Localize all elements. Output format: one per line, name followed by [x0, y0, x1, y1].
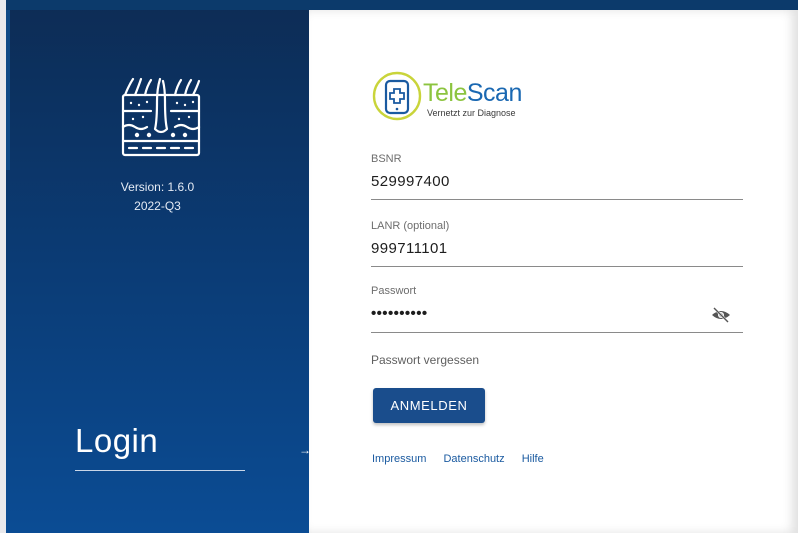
version-text: Version: 1.6.0	[120, 180, 195, 194]
password-underline	[371, 332, 743, 333]
brand-name-scan: Scan	[466, 79, 522, 107]
hilfe-link[interactable]: Hilfe	[522, 453, 544, 465]
top-bar	[6, 0, 798, 10]
brand-name-tele: Tele	[423, 79, 467, 107]
bsnr-underline	[371, 199, 743, 200]
password-field[interactable]: Passwort ••••••••••	[371, 285, 743, 333]
footer-links: Impressum Datenschutz Hilfe	[372, 453, 558, 465]
lanr-field[interactable]: LANR (optional) 999711101	[371, 220, 743, 267]
login-title: Login	[75, 422, 159, 459]
brand-name: TeleScan	[423, 79, 522, 108]
datenschutz-link[interactable]: Datenschutz	[443, 453, 504, 465]
login-title-underline	[75, 470, 245, 471]
lanr-underline	[371, 266, 743, 267]
tablet-cross-icon	[372, 71, 422, 121]
version-info: Version: 1.6.0 2022-Q3	[6, 178, 309, 216]
sidebar-accent-line	[6, 10, 10, 170]
forgot-password-link[interactable]: Passwort vergessen	[371, 353, 479, 367]
bsnr-field[interactable]: BSNR 529997400	[371, 153, 743, 200]
app-window: Version: 1.6.0 2022-Q3 Login → TeleScan …	[0, 0, 798, 533]
lanr-label: LANR (optional)	[371, 220, 450, 232]
bsnr-input[interactable]: 529997400	[371, 173, 743, 193]
password-label: Passwort	[371, 285, 417, 297]
release-text: 2022-Q3	[134, 199, 181, 213]
login-button[interactable]: ANMELDEN	[373, 388, 485, 423]
eye-off-icon[interactable]	[711, 307, 731, 323]
bsnr-label: BSNR	[371, 153, 402, 165]
impressum-link[interactable]: Impressum	[372, 453, 426, 465]
login-panel: TeleScan Vernetzt zur Diagnose BSNR 5299…	[309, 10, 798, 533]
brand-tagline: Vernetzt zur Diagnose	[427, 108, 516, 118]
lanr-input[interactable]: 999711101	[371, 240, 743, 260]
sidebar: Version: 1.6.0 2022-Q3 Login →	[6, 0, 311, 533]
password-input[interactable]: ••••••••••	[371, 305, 743, 325]
skin-hair-follicle-icon	[121, 77, 201, 157]
telescan-logo: TeleScan Vernetzt zur Diagnose	[371, 70, 551, 126]
